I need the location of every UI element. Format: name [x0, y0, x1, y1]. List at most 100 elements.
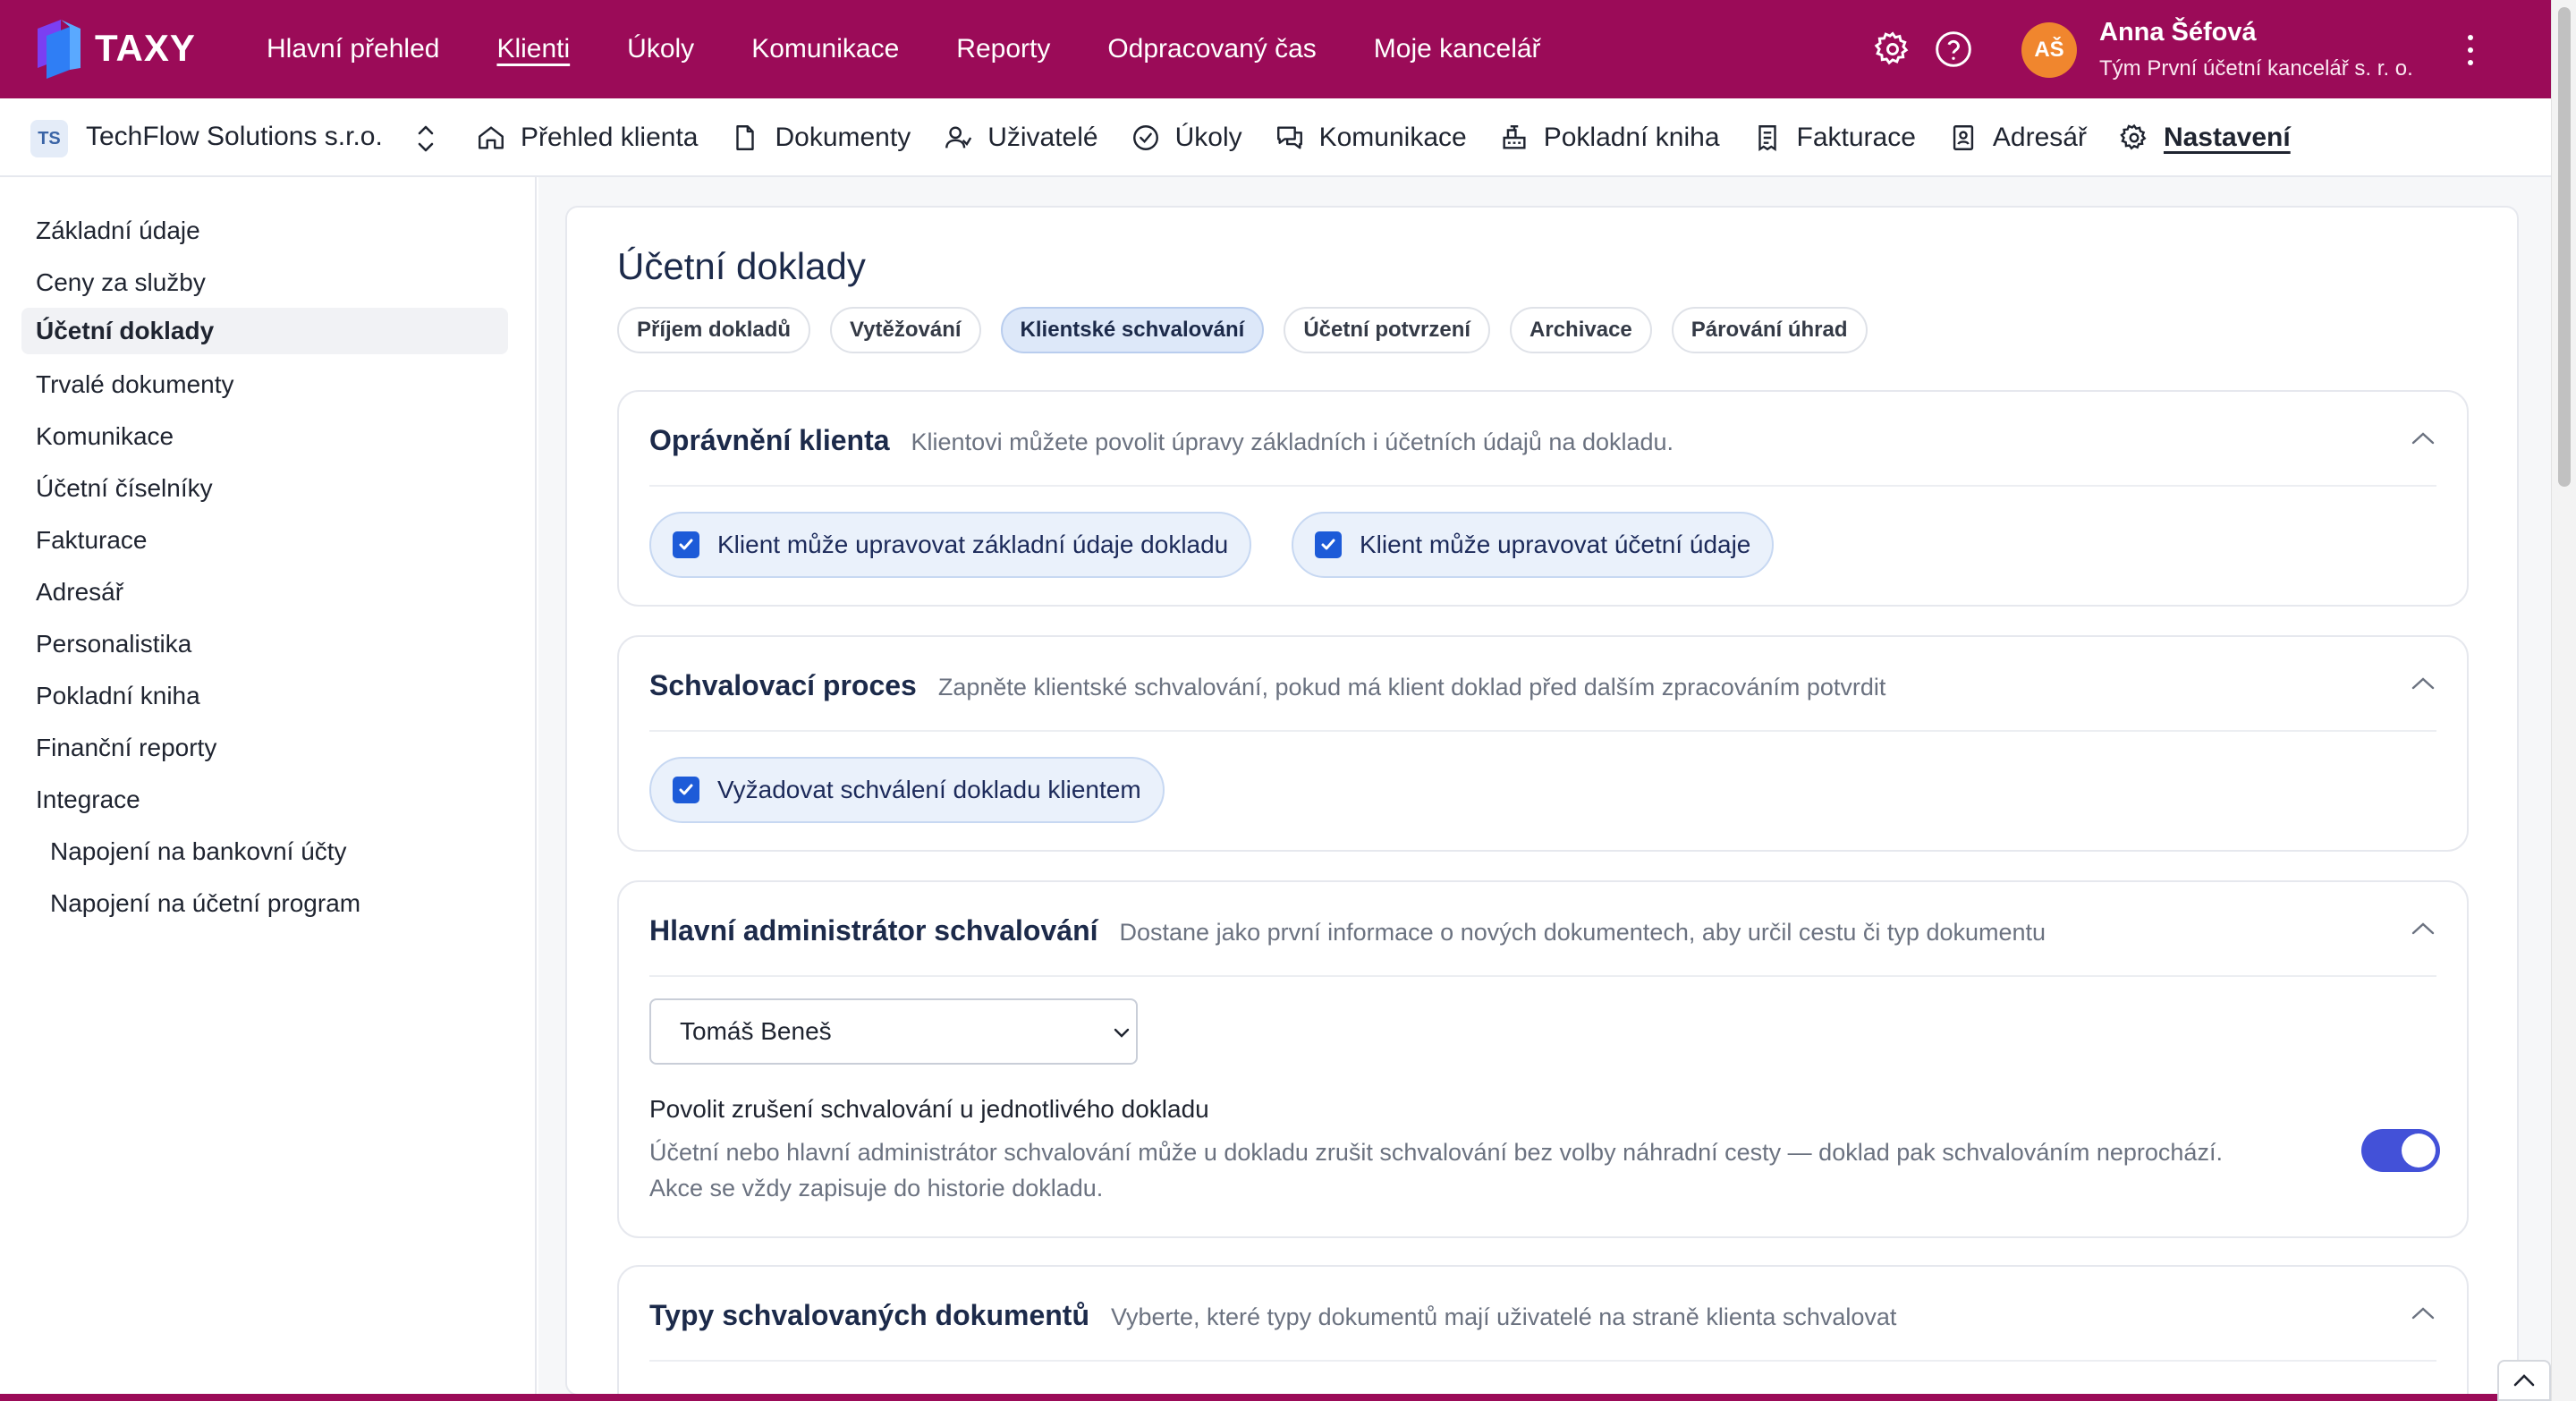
chevron-up-icon[interactable]	[2410, 428, 2436, 449]
checkbox-require-client-approval[interactable]: Vyžadovat schválení dokladu klientem	[649, 757, 1165, 823]
check-circle-icon	[1132, 125, 1158, 150]
section-description: Zapněte klientské schvalování, pokud má …	[937, 674, 1886, 700]
sidebar-item-integrace[interactable]: Integrace	[21, 777, 508, 823]
invoice-icon	[1758, 125, 1776, 152]
document-icon	[736, 125, 755, 150]
nav-hlavni-prehled[interactable]: Hlavní přehled	[267, 0, 439, 98]
gear-icon	[2120, 123, 2147, 150]
tab-prijem-dokladu[interactable]: Příjem dokladů	[617, 307, 811, 353]
settings-gear-icon[interactable]	[1873, 30, 1912, 69]
checkbox-edit-basic-info[interactable]: Klient může upravovat základní údaje dok…	[649, 512, 1252, 578]
tab-vytezovani[interactable]: Vytěžování	[830, 307, 981, 353]
client-sub-nav: TS TechFlow Solutions s.r.o. Přehled kli…	[0, 98, 2551, 177]
chevron-up-icon	[2513, 1374, 2535, 1387]
page-scrollbar[interactable]	[2551, 0, 2576, 1401]
nav-klienti[interactable]: Klienti	[496, 0, 570, 98]
sidebar-item-pokladni-kniha[interactable]: Pokladní kniha	[21, 673, 508, 719]
nav-odpracovany-cas[interactable]: Odpracovaný čas	[1107, 0, 1316, 98]
users-icon	[945, 126, 972, 149]
chevron-down-icon	[1114, 1028, 1130, 1038]
help-icon[interactable]	[1934, 30, 1973, 69]
sidebar-item-bankovni-ucty[interactable]: Napojení na bankovní účty	[21, 828, 508, 875]
sidebar-item-komunikace[interactable]: Komunikace	[21, 413, 508, 460]
tab-archivace[interactable]: Archivace	[1510, 307, 1652, 353]
chevron-up-icon[interactable]	[2410, 918, 2436, 939]
section-client-permissions: Oprávnění klienta Klientovi můžete povol…	[617, 390, 2469, 607]
page-title: Účetní doklady	[617, 245, 866, 287]
subnav-nastaveni[interactable]: Nastavení	[2119, 123, 2291, 153]
top-bar: TAXY Hlavní přehled Klienti Úkoly Komuni…	[0, 0, 2551, 98]
home-icon	[479, 126, 504, 149]
sidebar-item-zakladni-udaje[interactable]: Základní údaje	[21, 208, 508, 254]
settings-sidebar: Základní údaje Ceny za služby Účetní dok…	[0, 177, 537, 1394]
section-description: Klientovi můžete povolit úpravy základní…	[911, 429, 1674, 455]
subnav-uzivatele[interactable]: Uživatelé	[943, 123, 1098, 153]
user-team: Tým První účetní kancelář s. r. o.	[2099, 56, 2413, 81]
allow-cancel-toggle[interactable]	[2361, 1129, 2440, 1172]
settings-tabs: Příjem dokladů Vytěžování Klientské schv…	[617, 307, 1868, 353]
admin-select-value: Tomáš Beneš	[680, 1017, 832, 1045]
chevron-up-icon[interactable]	[2410, 1303, 2436, 1324]
sidebar-item-ceny-za-sluzby[interactable]: Ceny za služby	[21, 259, 508, 306]
scroll-to-top-button[interactable]	[2497, 1360, 2551, 1401]
checkbox-label: Vyžadovat schválení dokladu klientem	[717, 776, 1141, 803]
checkbox-checked-icon	[673, 531, 699, 558]
chat-icon	[1276, 126, 1302, 149]
cash-register-icon	[1503, 125, 1526, 149]
section-title: Typy schvalovaných dokumentů	[649, 1299, 1089, 1331]
subnav-ukoly[interactable]: Úkoly	[1131, 123, 1242, 153]
checkbox-checked-icon	[1315, 531, 1342, 558]
nav-komunikace[interactable]: Komunikace	[751, 0, 899, 98]
main-nav: Hlavní přehled Klienti Úkoly Komunikace …	[267, 0, 1598, 98]
tab-parovani-uhrad[interactable]: Párování úhrad	[1671, 307, 1868, 353]
brand-name[interactable]: TAXY	[95, 27, 196, 70]
nav-reporty[interactable]: Reporty	[956, 0, 1050, 98]
section-main-approval-admin: Hlavní administrátor schvalování Dostane…	[617, 880, 2469, 1238]
chevron-up-icon[interactable]	[2410, 673, 2436, 694]
divider	[649, 485, 2436, 487]
divider	[649, 1360, 2436, 1362]
section-approval-process: Schvalovací proces Zapněte klientské sch…	[617, 635, 2469, 852]
section-title: Hlavní administrátor schvalování	[649, 914, 1098, 947]
more-menu-icon[interactable]	[2462, 32, 2479, 68]
sidebar-item-adresar[interactable]: Adresář	[21, 569, 508, 616]
divider	[649, 975, 2436, 977]
sidebar-item-ucetni-program[interactable]: Napojení na účetní program	[21, 880, 508, 927]
admin-select[interactable]: Tomáš Beneš	[649, 998, 1138, 1065]
tab-klientske-schvalovani[interactable]: Klientské schvalování	[1000, 307, 1265, 353]
allow-cancel-description: Účetní nebo hlavní administrátor schvalo…	[649, 1139, 2223, 1201]
subnav-prehled-klienta[interactable]: Přehled klienta	[476, 123, 698, 153]
nav-ukoly[interactable]: Úkoly	[627, 0, 694, 98]
nav-moje-kancelar[interactable]: Moje kancelář	[1374, 0, 1541, 98]
client-name[interactable]: TechFlow Solutions s.r.o.	[86, 122, 383, 152]
subnav-dokumenty[interactable]: Dokumenty	[730, 123, 911, 153]
sidebar-item-personalistika[interactable]: Personalistika	[21, 621, 508, 667]
section-title: Oprávnění klienta	[649, 424, 890, 456]
sidebar-item-ucetni-ciselniky[interactable]: Účetní číselníky	[21, 465, 508, 512]
section-approved-document-types: Typy schvalovaných dokumentů Vyberte, kt…	[617, 1265, 2469, 1401]
avatar[interactable]: AŠ	[2021, 22, 2077, 78]
allow-cancel-title: Povolit zrušení schvalování u jednotlivé…	[649, 1095, 1209, 1123]
checkbox-label: Klient může upravovat základní údaje dok…	[717, 531, 1229, 558]
toggle-knob	[2402, 1134, 2436, 1168]
contact-book-icon	[1953, 125, 1974, 150]
section-description: Dostane jako první informace o nových do…	[1119, 919, 2046, 946]
taxy-logo-icon[interactable]	[34, 20, 83, 79]
subnav-pokladni-kniha[interactable]: Pokladní kniha	[1499, 123, 1720, 153]
section-description: Vyberte, které typy dokumentů mají uživa…	[1110, 1303, 1897, 1330]
subnav-komunikace[interactable]: Komunikace	[1275, 123, 1467, 153]
scrollbar-thumb[interactable]	[2558, 7, 2571, 487]
tab-ucetni-potvrzeni[interactable]: Účetní potvrzení	[1284, 307, 1491, 353]
sidebar-item-financni-reporty[interactable]: Finanční reporty	[21, 725, 508, 771]
checkbox-edit-accounting-info[interactable]: Klient může upravovat účetní údaje	[1292, 512, 1775, 578]
sidebar-item-fakturace[interactable]: Fakturace	[21, 517, 508, 564]
subnav-adresar[interactable]: Adresář	[1948, 123, 2087, 153]
sidebar-item-ucetni-doklady[interactable]: Účetní doklady	[21, 308, 508, 354]
checkbox-label: Klient může upravovat účetní údaje	[1360, 531, 1751, 558]
bottom-brand-strip	[0, 1394, 2551, 1401]
sidebar-item-trvale-dokumenty[interactable]: Trvalé dokumenty	[21, 361, 508, 408]
client-switch-icon[interactable]	[413, 120, 438, 157]
subnav-fakturace[interactable]: Fakturace	[1752, 123, 1916, 153]
divider	[649, 730, 2436, 732]
user-name[interactable]: Anna Šéfová	[2099, 18, 2257, 47]
